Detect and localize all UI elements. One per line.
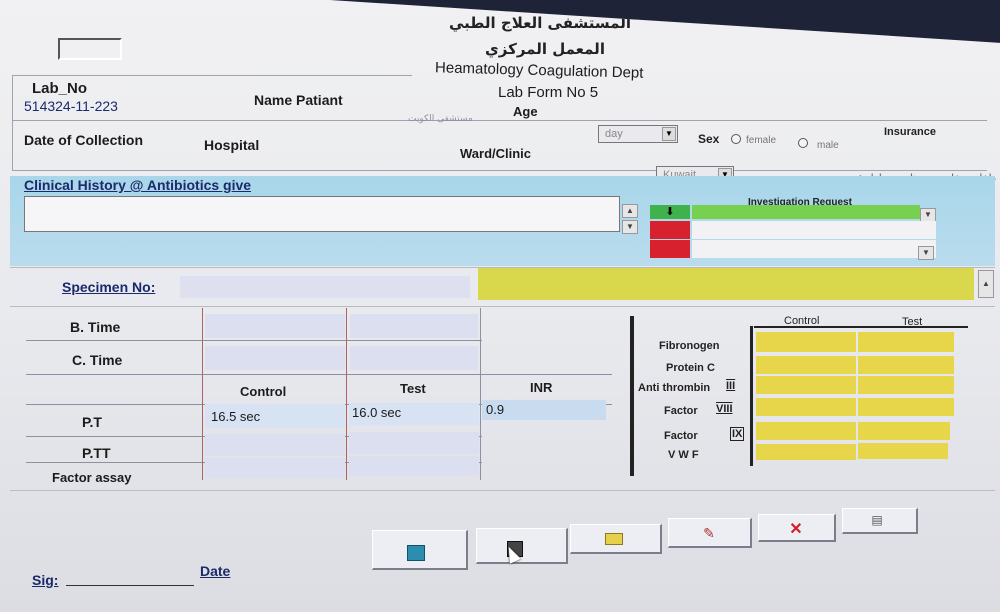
form-title: Lab Form No 5 [498,84,599,101]
header-control: Control [240,384,287,399]
anti-thrombin-control[interactable] [756,376,856,394]
age-unit-select[interactable]: day ▼ [598,125,678,143]
factor-ix-test[interactable] [858,422,950,440]
b-time-control[interactable] [205,314,345,338]
name-hint: مستشفى الكويت [408,114,473,124]
factor-assay-control-field[interactable] [205,458,345,478]
scroll-down-button[interactable]: ▼ [622,220,638,234]
delete-button[interactable]: ✕ [758,514,836,542]
pt-test-value: 16.0 sec [352,405,402,420]
exit-button[interactable] [372,530,468,570]
lab-form-window: المستشفى العلاج الطبي المعمل المركزي Hea… [0,0,1000,612]
investigation-row-3-marker[interactable] [650,240,690,258]
save-button[interactable] [476,528,568,564]
factor-ix-roman: IX [730,427,745,441]
specimen-input[interactable] [180,276,470,298]
anti-thrombin-test[interactable] [858,376,954,394]
open-button[interactable] [570,524,662,554]
clinical-history-label: Clinical History @ Antibiotics give [24,177,252,193]
top-left-box[interactable] [58,38,122,60]
vwf-test[interactable] [858,443,948,459]
ptt-control-field[interactable] [205,434,345,456]
print-icon: ▤ [871,513,883,527]
fibronogen-test[interactable] [858,332,954,352]
protein-c-test[interactable] [858,356,954,374]
scroll-up-button[interactable]: ▲ [622,204,638,218]
pt-label: P.T [82,414,102,430]
specimen-scroll-button[interactable]: ▲ [978,270,994,298]
fibronogen-control[interactable] [756,332,856,352]
specimen-label: Specimen No: [62,279,156,295]
factor-header-control: Control [784,315,820,327]
vwf-control[interactable] [756,444,856,460]
investigation-row-3[interactable] [692,240,936,258]
header-inr: INR [530,380,553,395]
hospital-label: Hospital [204,137,260,153]
investigation-row-1[interactable] [692,205,920,219]
pt-inr-value: 0.9 [486,402,505,417]
edit-icon: ✎ [703,525,715,541]
c-time-label: C. Time [72,352,123,368]
b-time-test[interactable] [350,314,478,338]
fibronogen-label: Fibronogen [659,340,720,352]
date-of-collection-label: Date of Collection [24,132,144,148]
vwf-label: V W F [668,449,699,461]
insurance-label: Insurance [884,126,936,138]
b-time-label: B. Time [70,319,121,335]
clinical-history-input[interactable] [24,196,620,232]
ptt-test-field[interactable] [349,432,479,454]
c-time-control[interactable] [205,346,345,370]
sex-male-label: male [817,140,839,151]
factor-header-test: Test [902,316,923,328]
factor-ix-label: Factor [664,430,698,442]
anti-thrombin-label: Anti thrombin [638,382,711,394]
date-label: Date [200,563,231,579]
factor-viii-control[interactable] [756,398,856,416]
chevron-down-icon: ▼ [662,127,676,141]
factor-viii-test[interactable] [858,398,954,416]
investigation-row-1-marker[interactable]: ⬇ [650,205,690,219]
lab-no-value[interactable]: 514324-11-223 [24,98,118,114]
c-time-test[interactable] [350,346,478,370]
ptt-label: P.TT [82,445,111,461]
sig-field[interactable] [66,564,194,586]
print-button[interactable]: ▤ [842,508,918,534]
investigation-dropdown-1[interactable]: ▼ [920,208,936,222]
arabic-header-line2: المعمل المركزي [485,40,605,58]
investigation-row-2[interactable] [692,221,936,239]
sex-female-label: female [746,135,777,146]
investigation-row-2-marker[interactable] [650,221,690,239]
investigation-dropdown-3[interactable]: ▼ [918,246,934,260]
specimen-highlight-field[interactable] [478,268,974,300]
sex-female-radio[interactable] [731,134,741,144]
delete-icon: ✕ [789,521,803,538]
age-unit-value: day [605,128,623,140]
exit-icon [407,545,425,561]
factor-assay-test-field[interactable] [349,456,479,476]
anti-thrombin-roman: III [726,380,736,392]
factor-ix-control[interactable] [756,422,856,440]
factor-viii-roman: VIII [716,403,733,415]
protein-c-label: Protein C [666,362,715,374]
lab-no-label: Lab_No [32,80,88,97]
header-test: Test [400,381,426,396]
ward-clinic-label: Ward/Clinic [460,146,532,161]
date-field[interactable] [244,556,354,578]
factor-viii-label: Factor [664,405,698,417]
open-folder-icon [605,533,623,545]
arabic-header-line1: المستشفى العلاج الطبي [448,14,632,32]
edit-button[interactable]: ✎ [668,518,752,548]
protein-c-control[interactable] [756,356,856,374]
sig-label: Sig: [32,572,59,588]
pt-control-value: 16.5 sec [211,409,261,424]
dept-title: Heamatology Coagulation Dept [434,59,644,82]
sex-male-radio[interactable] [798,138,808,148]
sex-label: Sex [698,132,720,146]
factor-assay-label: Factor assay [52,470,132,485]
name-label: Name Patiant [254,92,343,108]
